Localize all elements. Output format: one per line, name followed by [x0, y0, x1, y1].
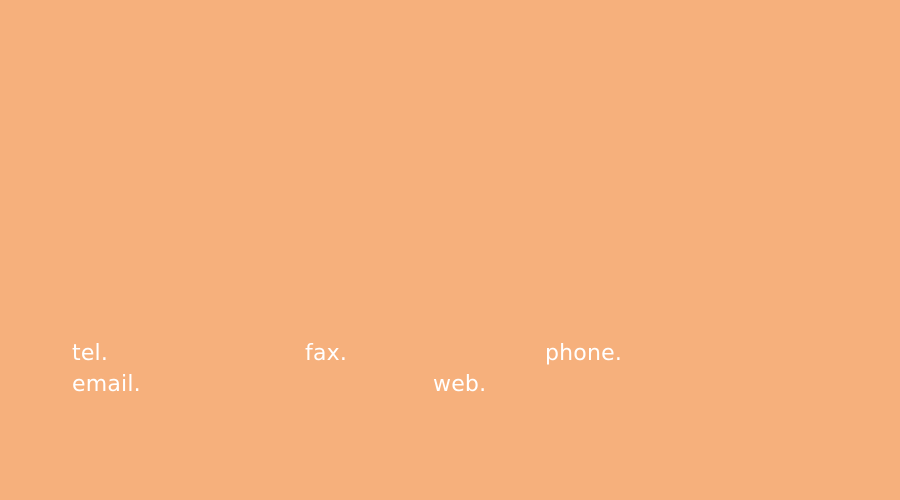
tel-label: tel. [72, 341, 109, 366]
email-label: email. [72, 372, 141, 397]
web-label: web. [433, 372, 487, 397]
phone-label: phone. [545, 341, 623, 366]
fax-label: fax. [305, 341, 348, 366]
contact-card: tel. fax. phone. email. web. [0, 0, 900, 500]
